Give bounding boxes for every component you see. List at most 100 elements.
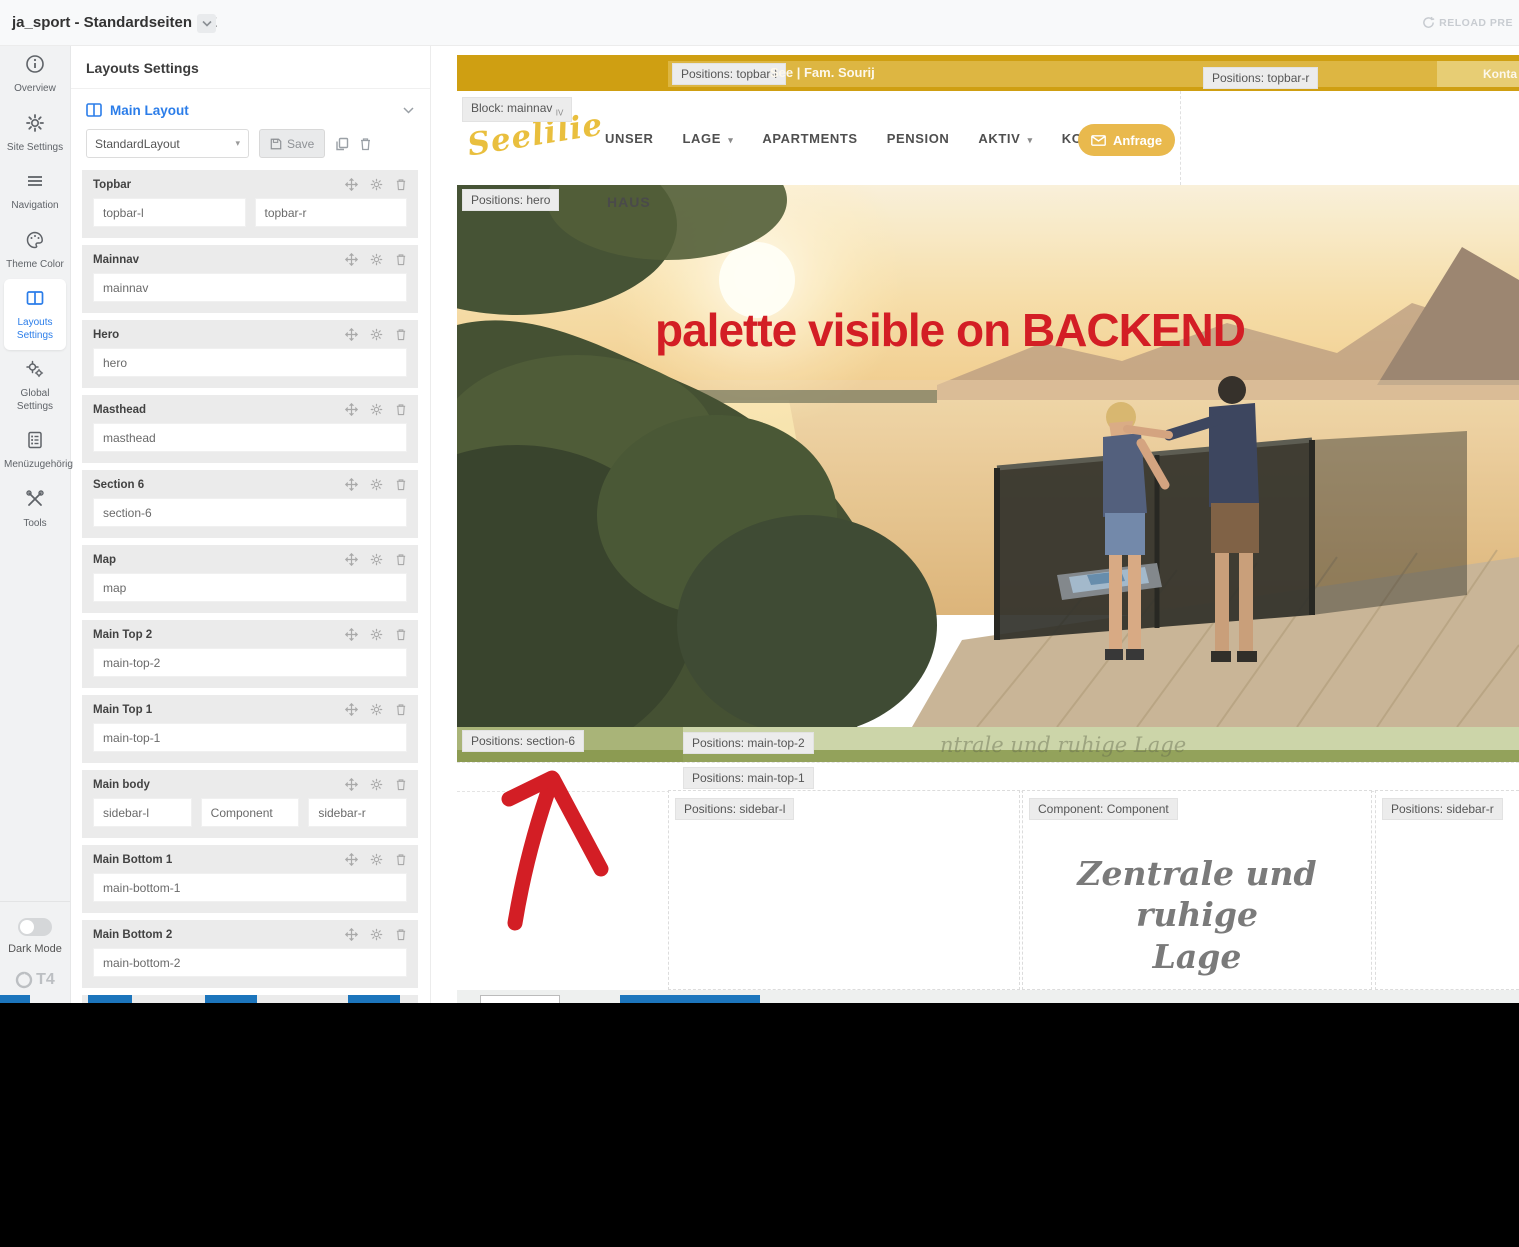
preview-bottom-band [457,990,1519,1003]
position-input[interactable]: topbar-r [254,198,407,227]
sidebar-item-navigation[interactable]: Navigation [4,162,66,221]
component-badge[interactable]: Component: Component [1029,798,1178,820]
trash-icon[interactable] [395,778,407,791]
position-input[interactable]: map [93,573,407,602]
move-icon[interactable] [345,328,358,341]
layout-section-main-top-1: Main Top 1 main-top-1 [82,695,418,763]
gear-icon[interactable] [370,628,383,641]
trash-icon[interactable] [395,478,407,491]
gear-icon[interactable] [370,703,383,716]
section-title: Map [93,553,116,566]
gear-icon[interactable] [370,778,383,791]
nav-item-haus[interactable]: HAUS [607,194,651,210]
position-input[interactable]: topbar-l [93,198,246,227]
layout-select[interactable]: StandardLayout ▾ [86,129,249,158]
gear-icon[interactable] [370,853,383,866]
move-icon[interactable] [345,853,358,866]
nav-item-apartments[interactable]: APARTMENTS [762,131,857,146]
dark-mode-toggle[interactable] [18,918,52,936]
hero-photo [457,185,1519,727]
move-icon[interactable] [345,703,358,716]
gear-icon[interactable] [370,328,383,341]
gear-icon[interactable] [370,253,383,266]
gear-icon[interactable] [370,928,383,941]
position-input[interactable]: hero [93,348,407,377]
position-badge-main-top-2[interactable]: Positions: main-top-2 [683,732,814,754]
layout-section-section-6: Section 6 section-6 [82,470,418,538]
move-icon[interactable] [345,178,358,191]
position-input[interactable]: masthead [93,423,407,452]
position-badge-topbar-r[interactable]: Positions: topbar-r [1203,67,1319,89]
sidebar-item-overview[interactable]: Overview [4,45,66,104]
block-badge-mainnav[interactable]: Block: mainnav IV [462,97,573,123]
sidebar-item-label: Site Settings [6,141,64,153]
sidebar-item-global-settings[interactable]: Global Settings [4,350,66,421]
save-button[interactable]: Save [259,129,326,158]
position-input[interactable]: sidebar-l [93,798,192,827]
trash-icon[interactable] [395,703,407,716]
t4-logo: T4 [0,971,70,989]
move-icon[interactable] [345,928,358,941]
reload-preview-button[interactable]: RELOAD PRE [1422,16,1513,29]
position-badge-hero[interactable]: Positions: hero [462,189,560,211]
position-input[interactable]: section-6 [93,498,407,527]
sidebar-item-menu-assignment[interactable]: Menüzugehörig [4,421,73,480]
menu-icon [28,176,42,186]
position-badge-sidebar-l[interactable]: Positions: sidebar-l [675,798,795,820]
anfrage-button[interactable]: Anfrage [1078,124,1175,156]
trash-icon[interactable] [395,328,407,341]
nav-item-pension[interactable]: PENSION [887,131,950,146]
sidebar-item-tools[interactable]: Tools [4,480,66,539]
gear-icon[interactable] [370,178,383,191]
position-badge-section-6[interactable]: Positions: section-6 [462,730,585,752]
delete-layout-button[interactable] [359,137,372,151]
layout-section-main-bottom-1: Main Bottom 1 main-bottom-1 [82,845,418,913]
move-icon[interactable] [345,253,358,266]
sidebar-item-theme-color[interactable]: Theme Color [4,221,66,280]
position-badge-sidebar-r[interactable]: Positions: sidebar-r [1382,798,1503,820]
position-badge-main-top-1[interactable]: Positions: main-top-1 [683,767,814,789]
position-badge-topbar-l[interactable]: Positions: topbar-l [672,63,787,85]
sidebar-l-column: Positions: sidebar-l [668,790,1020,990]
nav-item-aktiv[interactable]: AKTIV ▾ [978,131,1032,146]
sidebar-item-layouts-settings[interactable]: Layouts Settings [4,279,66,350]
gear-icon[interactable] [370,403,383,416]
columns-icon [26,291,44,305]
backend-window: ja_sport - Standardseiten DE RELOAD PRE … [0,0,1519,1003]
gear-icon[interactable] [370,478,383,491]
move-icon[interactable] [345,778,358,791]
red-arrow-annotation [501,770,609,931]
position-input[interactable]: main-bottom-2 [93,948,407,977]
gear-icon[interactable] [370,553,383,566]
layouts-settings-panel: Layouts Settings Main Layout StandardLay… [70,45,431,1003]
section6-band: ntrale und ruhige Lage Positions: sectio… [457,727,1519,763]
trash-icon[interactable] [395,403,407,416]
position-input[interactable]: main-top-1 [93,723,407,752]
position-input[interactable]: main-bottom-1 [93,873,407,902]
move-icon[interactable] [345,628,358,641]
collapse-chevron-icon[interactable] [403,101,414,119]
trash-icon[interactable] [395,628,407,641]
duplicate-layout-button[interactable] [335,137,349,151]
layout-group-label[interactable]: Main Layout [110,103,189,118]
trash-icon[interactable] [395,178,407,191]
move-icon[interactable] [345,478,358,491]
trash-icon[interactable] [395,253,407,266]
position-input[interactable]: sidebar-r [308,798,408,827]
position-input[interactable]: Component [200,798,300,827]
nav-item-lage[interactable]: LAGE ▾ [683,131,734,146]
gear-icon [26,113,44,132]
trash-icon[interactable] [395,553,407,566]
move-icon[interactable] [345,403,358,416]
footer-chip [620,995,760,1003]
title-dropdown-button[interactable] [197,14,216,33]
caret-down-icon: ▾ [728,134,734,145]
position-input[interactable]: mainnav [93,273,407,302]
section-title: Section 6 [93,478,145,491]
trash-icon[interactable] [395,853,407,866]
position-input[interactable]: main-top-2 [93,648,407,677]
trash-icon[interactable] [395,928,407,941]
nav-item-unser[interactable]: UNSER [605,131,654,146]
sidebar-item-site-settings[interactable]: Site Settings [4,104,66,163]
move-icon[interactable] [345,553,358,566]
